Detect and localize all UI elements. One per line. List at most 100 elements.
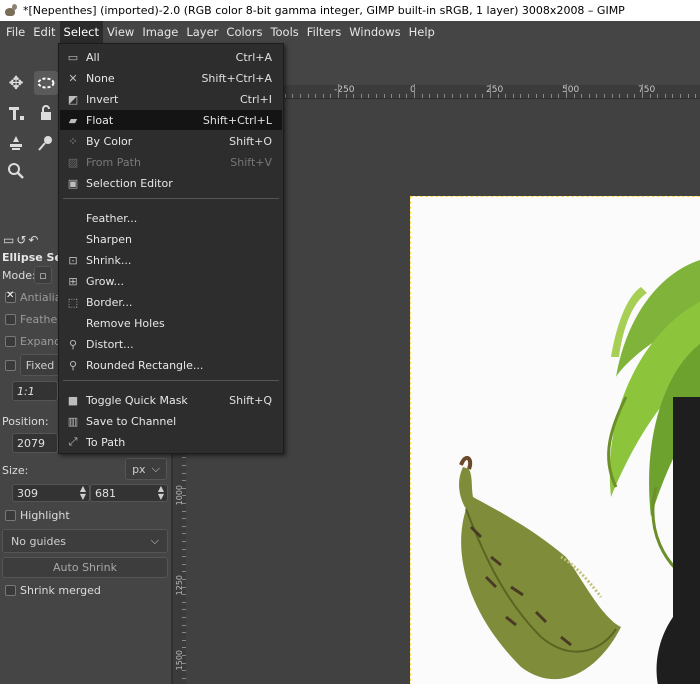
- ruler-label: 250: [486, 85, 504, 95]
- save-channel-icon: ▥: [67, 414, 79, 428]
- highlight-label: Highlight: [20, 509, 70, 522]
- ruler-tick: [436, 94, 438, 98]
- to-path-icon: ⤢: [68, 435, 78, 448]
- nepenthes-photo: [459, 259, 700, 684]
- ruler-tick: [300, 94, 301, 98]
- menu-filters[interactable]: Filters: [303, 21, 345, 43]
- auto-shrink-button[interactable]: Auto Shrink: [2, 557, 168, 578]
- tool-options-tab-icon[interactable]: ▭: [3, 233, 14, 247]
- menu-item-rounded-rectangle[interactable]: ⚲ Rounded Rectangle...: [60, 355, 282, 375]
- ruler-tick: [474, 94, 476, 98]
- ruler-tick: [459, 94, 461, 98]
- menu-item-grow[interactable]: ⊞ Grow...: [60, 271, 282, 291]
- menu-item-remove-holes[interactable]: Remove Holes: [60, 313, 282, 333]
- mode-replace-button[interactable]: ▫: [34, 266, 52, 284]
- unit-dropdown[interactable]: px ⌵: [125, 458, 167, 480]
- window-title-bar: *[Nepenthes] (imported)-2.0 (RGB color 8…: [0, 0, 700, 21]
- menu-help[interactable]: Help: [405, 21, 439, 43]
- grow-icon: ⊞: [68, 274, 78, 288]
- move-tool-icon[interactable]: ✥: [4, 71, 28, 95]
- undo-history-tab-icon[interactable]: ↶: [28, 233, 38, 247]
- ruler-tick: [482, 94, 484, 98]
- auto-shrink-label: Auto Shrink: [53, 561, 117, 574]
- guides-dropdown[interactable]: No guides ⌵: [2, 529, 168, 553]
- unit-value: px: [132, 462, 146, 476]
- distort-icon: ⚲: [68, 337, 78, 351]
- aspect-ratio-input[interactable]: 1:1: [12, 381, 58, 401]
- fixed-checkbox[interactable]: [5, 360, 16, 371]
- menu-item-sharpen[interactable]: Sharpen: [60, 229, 282, 249]
- menu-item-float[interactable]: ▰ Float Shift+Ctrl+L: [60, 110, 282, 130]
- menu-colors[interactable]: Colors: [222, 21, 266, 43]
- menu-tools[interactable]: Tools: [266, 21, 302, 43]
- feather-checkbox[interactable]: [5, 314, 16, 325]
- ruler-tick: [672, 94, 674, 98]
- menu-layer[interactable]: Layer: [182, 21, 222, 43]
- menu-item-border[interactable]: ⬚ Border...: [60, 292, 282, 312]
- chevron-down-icon: ⌵: [151, 462, 160, 475]
- zoom-tool-icon[interactable]: [4, 159, 28, 183]
- ruler-tick: [512, 94, 514, 98]
- menu-windows[interactable]: Windows: [345, 21, 404, 43]
- menu-item-by-color[interactable]: ⁘ By Color Shift+O: [60, 131, 282, 151]
- menu-select[interactable]: Select: [59, 21, 104, 43]
- highlight-checkbox[interactable]: [5, 510, 16, 521]
- select-menu-dropdown: ▭ All Ctrl+A ✕ None Shift+Ctrl+A ◩ Inver…: [58, 43, 284, 454]
- ruler-tick: [642, 84, 643, 98]
- select-none-icon: ✕: [68, 71, 78, 85]
- lock-tool-icon[interactable]: [34, 101, 58, 125]
- image-canvas[interactable]: [410, 196, 700, 684]
- size-width-spinner-icon[interactable]: ▲ ▼: [78, 485, 88, 501]
- ruler-tick: [588, 94, 590, 98]
- transform-tool-icon[interactable]: [4, 101, 28, 125]
- menu-file[interactable]: File: [2, 21, 29, 43]
- menu-item-feather[interactable]: Feather...: [60, 208, 282, 228]
- ruler-tick: [550, 94, 552, 98]
- chevron-down-icon: ⌵: [150, 534, 159, 547]
- ruler-tick: [687, 94, 689, 98]
- menu-item-to-path[interactable]: ⤢ To Path: [60, 432, 282, 452]
- ruler-tick: [657, 94, 659, 98]
- menu-view[interactable]: View: [103, 21, 138, 43]
- ruler-tick: [383, 94, 385, 98]
- position-x-input[interactable]: 2079: [12, 433, 58, 453]
- ruler-tick: [391, 94, 393, 98]
- ruler-label: 750: [638, 85, 656, 95]
- ruler-tick: [649, 94, 651, 98]
- clone-tool-icon[interactable]: [4, 131, 28, 155]
- menu-item-none[interactable]: ✕ None Shift+Ctrl+A: [60, 68, 282, 88]
- ruler-tick: [360, 94, 362, 98]
- size-height-spinner-icon[interactable]: ▲ ▼: [156, 485, 166, 501]
- shrink-merged-checkbox[interactable]: [5, 585, 16, 596]
- ruler-label: 500: [562, 85, 580, 95]
- shrink-merged-label: Shrink merged: [20, 584, 101, 597]
- menu-item-invert[interactable]: ◩ Invert Ctrl+I: [60, 89, 282, 109]
- expand-checkbox[interactable]: [5, 336, 16, 347]
- ruler-label: 1500: [175, 650, 184, 671]
- ellipse-select-tool-icon[interactable]: [34, 71, 58, 95]
- menu-item-shrink[interactable]: ⊡ Shrink...: [60, 250, 282, 270]
- menu-item-save-to-channel[interactable]: ▥ Save to Channel: [60, 411, 282, 431]
- select-all-icon: ▭: [67, 50, 79, 64]
- ruler-tick: [345, 94, 347, 98]
- ruler-tick: [406, 94, 408, 98]
- menu-item-selection-editor[interactable]: ▣ Selection Editor: [60, 173, 282, 193]
- ruler-tick: [421, 94, 423, 98]
- ruler-tick: [528, 94, 529, 98]
- menu-item-toggle-quick-mask[interactable]: ■ Toggle Quick Mask Shift+Q: [60, 390, 282, 410]
- menu-edit[interactable]: Edit: [29, 21, 59, 43]
- menu-item-distort[interactable]: ⚲ Distort...: [60, 334, 282, 354]
- ruler-tick: [581, 94, 583, 98]
- fixed-dropdown[interactable]: Fixed: [20, 354, 60, 376]
- shrink-icon: ⊡: [68, 253, 78, 267]
- menu-image[interactable]: Image: [138, 21, 182, 43]
- menu-item-all[interactable]: ▭ All Ctrl+A: [60, 47, 282, 67]
- ruler-tick: [315, 94, 317, 98]
- expand-label: Expand: [20, 335, 62, 348]
- menu-separator: [63, 380, 279, 381]
- ruler-tick: [338, 84, 339, 98]
- smudge-tool-icon[interactable]: [34, 131, 58, 155]
- device-status-tab-icon[interactable]: ↺: [16, 233, 26, 247]
- antialias-checkbox[interactable]: [5, 290, 16, 303]
- ruler-tick: [566, 84, 567, 98]
